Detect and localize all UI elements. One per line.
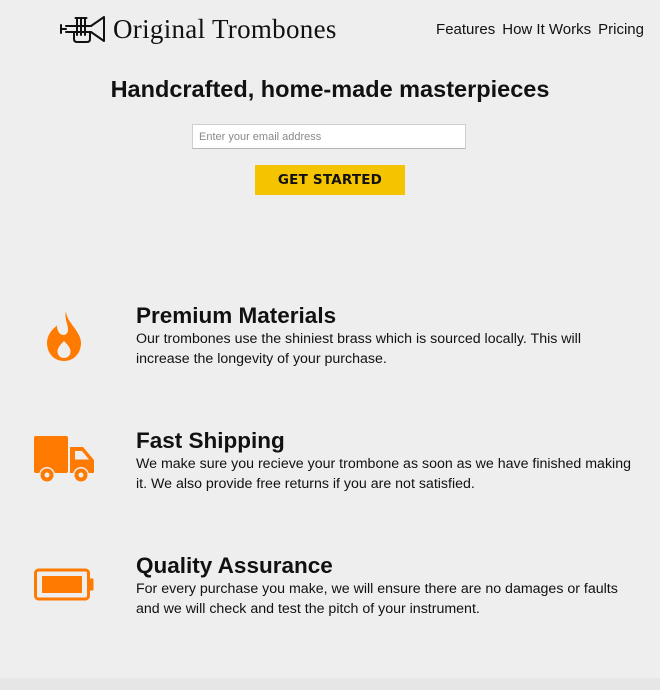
feature-description: Our trombones use the shiniest brass whi… [136,331,581,367]
nav-link-features[interactable]: Features [436,21,495,39]
bottom-band [0,678,660,690]
feature-title: Premium Materials [136,303,337,328]
feature-description: For every purchase you make, we will ens… [136,581,618,617]
nav-link-how-it-works[interactable]: How It Works [502,21,591,39]
feature-description: We make sure you recieve your trombone a… [136,456,631,492]
trumpet-icon [60,16,105,43]
main-nav: Features How It Works Pricing [436,21,644,39]
fire-icon [47,311,81,361]
get-started-button[interactable]: GET STARTED [255,165,405,195]
feature-quality-assurance: Quality Assurance For every purchase you… [0,552,660,632]
feature-premium-materials: Premium Materials Our trombones use the … [0,302,660,382]
email-input[interactable] [192,124,466,149]
battery-icon [34,568,94,601]
site-header: Original Trombones Features How It Works… [0,0,660,60]
hero-title: Handcrafted, home-made masterpieces [110,76,550,102]
feature-title: Fast Shipping [136,428,285,453]
brand-logo[interactable]: Original Trombones [60,14,337,44]
feature-fast-shipping: Fast Shipping We make sure you recieve y… [0,427,660,507]
nav-link-pricing[interactable]: Pricing [598,21,644,39]
brand-name: Original Trombones [113,14,337,44]
truck-icon [34,436,94,483]
feature-title: Quality Assurance [136,553,333,578]
